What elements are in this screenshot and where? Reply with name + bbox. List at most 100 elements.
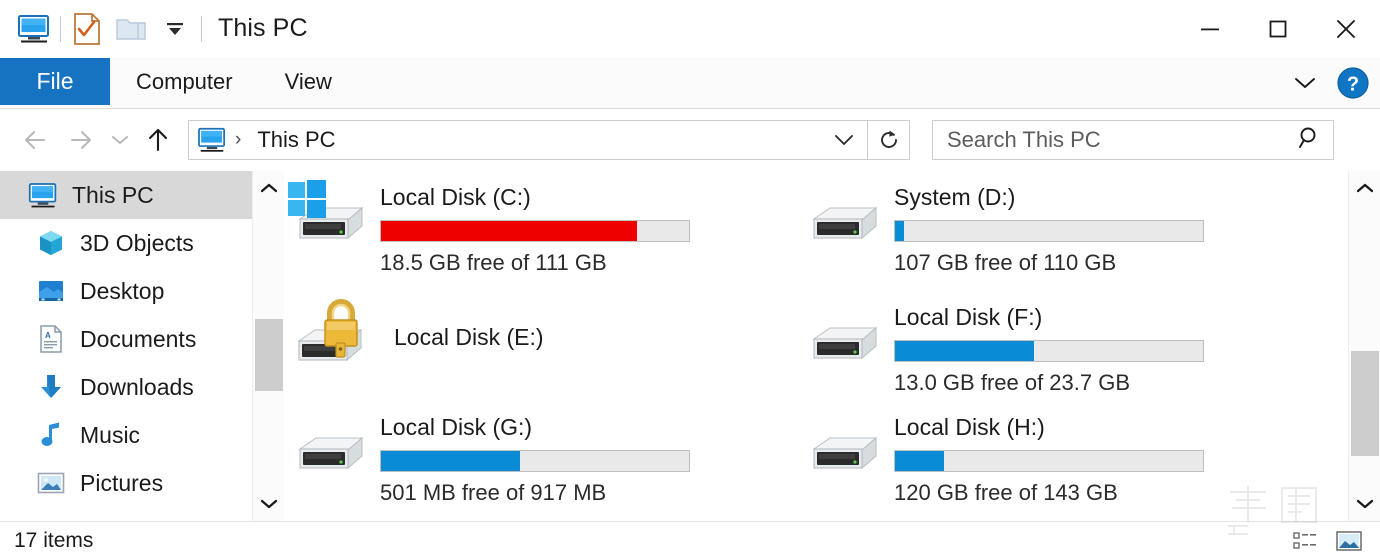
drive-tile-h[interactable]: Local Disk (H:) 120 GB free of 143 GB	[798, 407, 1298, 521]
drive-free-space: 120 GB free of 143 GB	[894, 479, 1118, 505]
tab-computer[interactable]: Computer	[110, 58, 259, 105]
minimize-button[interactable]	[1176, 0, 1244, 57]
sidebar-item-label: Pictures	[80, 469, 164, 496]
ribbon-tab-strip: File Computer View ?	[0, 57, 1380, 109]
address-dropdown-icon[interactable]	[827, 121, 861, 159]
file-explorer-window: This PC File Computer View ? › This PC S…	[0, 0, 1380, 560]
refresh-button[interactable]	[868, 120, 910, 160]
drive-tile-f[interactable]: Local Disk (F:) 13.0 GB free of 23.7 GB	[798, 297, 1298, 407]
drive-grid: Local Disk (C:) 18.5 GB free of 111 GB S…	[284, 171, 1348, 521]
scrollbar-thumb[interactable]	[255, 319, 283, 391]
scroll-down-icon[interactable]	[1349, 487, 1380, 521]
drive-tile-c[interactable]: Local Disk (C:) 18.5 GB free of 111 GB	[284, 177, 784, 297]
drive-capacity-gauge	[894, 219, 1204, 242]
sidebar-item-label: Music	[80, 421, 141, 448]
drive-free-space: 18.5 GB free of 111 GB	[380, 249, 607, 275]
this-pc-icon	[28, 180, 58, 210]
maximize-button[interactable]	[1244, 0, 1312, 57]
search-icon[interactable]	[1297, 125, 1323, 156]
drive-capacity-gauge	[380, 449, 690, 472]
svg-text:A: A	[45, 331, 51, 340]
drive-tile-e[interactable]: Local Disk (E:)	[284, 297, 784, 407]
sidebar-item-3d-objects[interactable]: 3D Objects	[0, 219, 252, 267]
drive-capacity-gauge	[380, 219, 690, 242]
forward-button[interactable]	[60, 118, 104, 162]
drive-capacity-gauge	[894, 339, 1204, 362]
ribbon-right-controls: ?	[1288, 57, 1370, 109]
tab-file[interactable]: File	[0, 58, 110, 105]
new-folder-icon[interactable]	[109, 7, 153, 51]
drive-capacity-gauge	[894, 449, 1204, 472]
drive-free-space: 13.0 GB free of 23.7 GB	[894, 369, 1131, 395]
qat-separator-2	[201, 15, 202, 42]
drive-tile-g[interactable]: Local Disk (G:) 501 MB free of 917 MB	[284, 407, 784, 521]
breadcrumb-root[interactable]: › This PC	[197, 127, 336, 153]
scrollbar-thumb[interactable]	[1351, 351, 1379, 456]
hard-drive-icon	[812, 326, 878, 360]
gauge-fill	[381, 220, 637, 241]
scroll-up-icon[interactable]	[1349, 171, 1380, 205]
sidebar-item-this-pc[interactable]: This PC	[0, 171, 252, 219]
navigation-pane-scrollbar[interactable]	[252, 171, 284, 521]
gauge-fill	[381, 450, 520, 471]
tab-view[interactable]: View	[259, 58, 358, 105]
properties-icon[interactable]	[65, 7, 109, 51]
hard-drive-icon	[812, 436, 878, 470]
sidebar-item-label: This PC	[72, 181, 154, 208]
details-view-icon[interactable]	[1288, 526, 1322, 556]
drive-name: Local Disk (G:)	[380, 414, 533, 440]
this-pc-icon[interactable]	[12, 7, 56, 51]
pictures-icon	[36, 468, 66, 498]
quick-access-toolbar: This PC	[0, 7, 308, 51]
back-button[interactable]	[16, 118, 60, 162]
items-view[interactable]: Local Disk (C:) 18.5 GB free of 111 GB S…	[284, 171, 1348, 521]
scroll-down-icon[interactable]	[253, 487, 285, 521]
explorer-body: This PC 3D Objects Desktop A Documents D…	[0, 171, 1380, 521]
sidebar-item-music[interactable]: Music	[0, 411, 252, 459]
drive-info: Local Disk (H:) 120 GB free of 143 GB	[894, 407, 1298, 506]
svg-text:?: ?	[1347, 74, 1359, 96]
sidebar-item-documents[interactable]: A Documents	[0, 315, 252, 363]
scroll-up-icon[interactable]	[253, 171, 285, 205]
drive-free-space: 107 GB free of 110 GB	[894, 249, 1117, 275]
window-controls	[1176, 0, 1380, 57]
sidebar-item-label: Desktop	[80, 277, 165, 304]
status-bar: 17 items	[0, 521, 1380, 560]
sidebar-item-label: Downloads	[80, 373, 194, 400]
drive-icon-wrap	[284, 177, 380, 267]
drive-name: System (D:)	[894, 184, 1016, 210]
close-button[interactable]	[1312, 0, 1380, 57]
up-button[interactable]	[136, 118, 180, 162]
drive-info: Local Disk (G:) 501 MB free of 917 MB	[380, 407, 784, 506]
drive-icon-wrap	[798, 407, 894, 497]
sidebar-item-downloads[interactable]: Downloads	[0, 363, 252, 411]
search-box[interactable]	[932, 120, 1334, 160]
customize-quick-access-icon[interactable]	[153, 7, 197, 51]
this-pc-icon	[198, 127, 225, 152]
drive-free-space: 501 MB free of 917 MB	[380, 479, 607, 505]
breadcrumb-separator[interactable]: ›	[229, 129, 247, 151]
music-icon	[36, 420, 66, 450]
large-icons-view-icon[interactable]	[1332, 526, 1366, 556]
drive-icon-wrap	[284, 407, 380, 497]
drive-name: Local Disk (F:)	[894, 304, 1043, 330]
breadcrumb-path[interactable]: This PC	[257, 127, 335, 153]
recent-locations-icon[interactable]	[104, 118, 136, 162]
breadcrumb[interactable]: › This PC	[188, 120, 868, 160]
help-icon[interactable]: ?	[1336, 66, 1370, 100]
address-bar-row: › This PC	[0, 109, 1380, 171]
hard-drive-icon	[812, 206, 878, 240]
downloads-icon	[36, 372, 66, 402]
drive-icon-wrap	[798, 297, 894, 387]
search-input[interactable]	[947, 127, 1297, 153]
drive-icon-wrap	[798, 177, 894, 267]
drive-info: Local Disk (C:) 18.5 GB free of 111 GB	[380, 177, 784, 276]
drive-info: System (D:) 107 GB free of 110 GB	[894, 177, 1298, 276]
sidebar-item-desktop[interactable]: Desktop	[0, 267, 252, 315]
sidebar-item-pictures[interactable]: Pictures	[0, 459, 252, 507]
chevron-down-icon[interactable]	[1288, 66, 1322, 100]
drive-tile-d[interactable]: System (D:) 107 GB free of 110 GB	[798, 177, 1298, 297]
items-view-scrollbar[interactable]	[1348, 171, 1380, 521]
drive-name: Local Disk (C:)	[380, 184, 531, 210]
drive-icon-wrap	[284, 297, 394, 387]
